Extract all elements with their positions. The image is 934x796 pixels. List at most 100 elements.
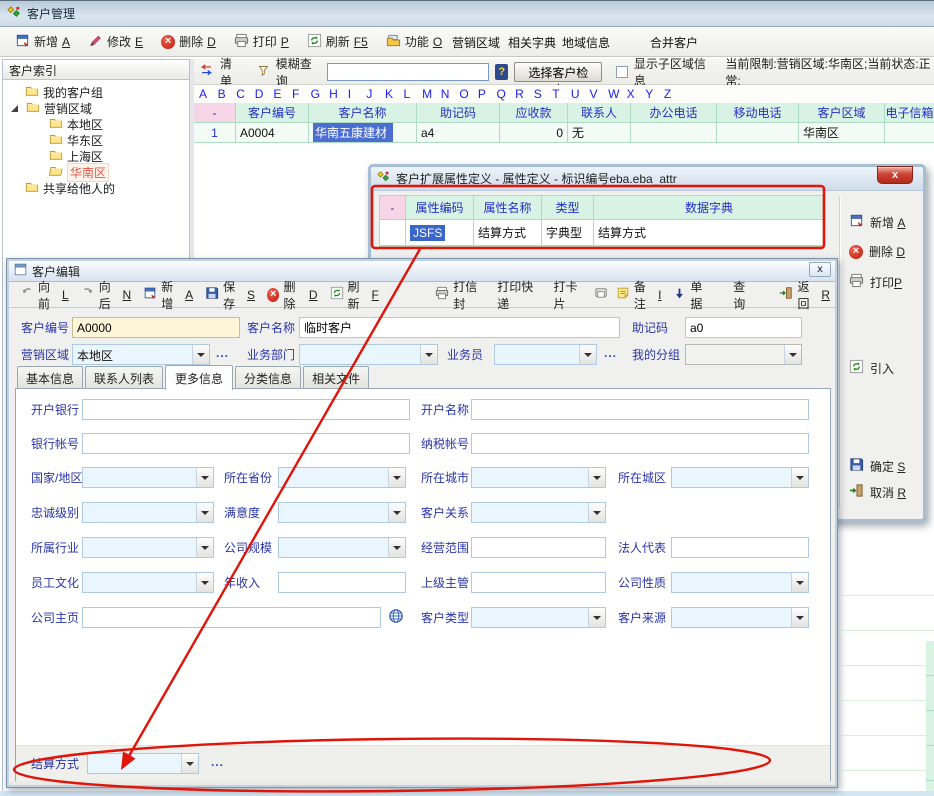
customer-no-field[interactable] [72,317,240,338]
function-button[interactable]: 功能O [379,30,449,54]
table-cell[interactable]: 结算方式 [594,220,824,246]
alphabet-letter[interactable]: X [627,87,646,101]
attr-delete-button[interactable]: × 删除 D [849,243,905,260]
table-cell[interactable]: a4 [417,123,500,143]
alphabet-letter[interactable]: S [534,87,553,101]
swap-arrows-icon[interactable] [199,63,214,80]
back-button[interactable]: 返回R [774,276,835,314]
table-cell[interactable]: A0004 [236,123,309,143]
alphabet-letter[interactable]: Y [645,87,664,101]
tree-item[interactable]: 华南区 [3,164,189,180]
save-button[interactable]: 保存S [200,276,260,314]
company-size-dropdown[interactable] [278,537,406,558]
homepage-field[interactable] [82,607,381,628]
attr-import-button[interactable]: 引入 [849,359,894,377]
mnemonic-field[interactable] [685,317,802,338]
alphabet-letter[interactable]: B [218,87,237,101]
new-button[interactable]: 新增A [8,30,77,54]
print-card-button[interactable]: 打卡片 [549,276,592,314]
alphabet-letter[interactable]: M [422,87,441,101]
company-nature-dropdown[interactable] [671,572,809,593]
chevron-down-icon[interactable] [588,503,605,522]
chevron-down-icon[interactable] [181,754,198,773]
menu-geo-info[interactable]: 地域信息 [562,34,610,51]
delete-button[interactable]: × 删除D [262,276,323,314]
my-group-dropdown[interactable] [685,344,802,365]
column-header[interactable]: 属性名称 [474,196,542,220]
business-dept-dropdown[interactable] [299,344,438,365]
list-label[interactable]: 清单 [220,55,243,89]
alphabet-letter[interactable]: A [199,87,218,101]
alphabet-letter[interactable]: W [608,87,627,101]
tree-item[interactable]: 共享给他人的 [3,180,189,196]
attr-new-button[interactable]: 新增 A [849,213,905,231]
tab[interactable]: 联系人列表 [85,366,163,389]
column-header[interactable]: 属性编码 [406,196,474,220]
country-dropdown[interactable] [82,467,214,488]
query-button[interactable]: 查询 [728,276,760,314]
next-button[interactable]: 向后N [76,276,137,314]
tab[interactable]: 基本信息 [17,366,83,389]
column-header[interactable]: - [194,103,236,123]
salesman-picker-button[interactable]: ... [604,346,617,364]
settlement-picker-button[interactable]: ... [211,755,224,773]
alphabet-letter[interactable]: U [571,87,590,101]
loyalty-dropdown[interactable] [82,502,214,523]
table-cell[interactable]: 结算方式 [474,220,542,246]
satisfaction-dropdown[interactable] [278,502,406,523]
menu-merge-customer[interactable]: 合并客户 [650,34,698,51]
refresh-button[interactable]: 刷新F5 [300,30,375,54]
column-header[interactable]: 类型 [542,196,594,220]
alphabet-letter[interactable]: K [385,87,404,101]
legal-rep-field[interactable] [671,537,809,558]
column-header[interactable]: 办公电话 [631,103,717,123]
menu-related-dict[interactable]: 相关字典 [508,34,556,51]
tax-account-field[interactable] [471,433,809,454]
table-cell[interactable] [885,123,934,143]
alphabet-letter[interactable]: Z [664,87,683,101]
close-icon[interactable]: x [809,262,831,277]
alphabet-letter[interactable]: T [552,87,571,101]
column-header[interactable]: - [380,196,406,220]
chevron-down-icon[interactable] [388,468,405,487]
settlement-method-dropdown[interactable] [87,753,199,774]
relationship-dropdown[interactable] [471,502,606,523]
attr-cancel-button[interactable]: 取消 R [849,483,906,501]
delete-button[interactable]: × 删除D [154,30,223,53]
table-cell[interactable]: 0 [500,123,568,143]
alphabet-letter[interactable]: J [366,87,385,101]
chevron-down-icon[interactable] [579,345,596,364]
attr-ok-button[interactable]: 确定 S [849,457,905,475]
customer-name-field[interactable] [299,317,620,338]
alphabet-letter[interactable]: L [404,87,423,101]
table-cell[interactable]: 无 [568,123,631,143]
province-dropdown[interactable] [278,467,406,488]
alphabet-letter[interactable]: V [589,87,608,101]
chevron-down-icon[interactable] [196,573,213,592]
alphabet-letter[interactable]: R [515,87,534,101]
district-dropdown[interactable] [671,467,809,488]
table-cell[interactable] [380,220,406,246]
alphabet-letter[interactable]: C [236,87,255,101]
alphabet-letter[interactable]: H [329,87,348,101]
table-cell[interactable]: 1 [194,123,236,143]
table-cell[interactable] [631,123,717,143]
print-button[interactable]: 打印P [227,30,296,54]
column-header[interactable]: 数据字典 [594,196,824,220]
customer-source-dropdown[interactable] [671,607,809,628]
bank-account-field[interactable] [82,433,410,454]
tab[interactable]: 分类信息 [235,366,301,389]
column-header[interactable]: 联系人 [568,103,631,123]
alphabet-letter[interactable]: O [459,87,478,101]
column-header[interactable]: 助记码 [417,103,500,123]
chevron-down-icon[interactable] [388,503,405,522]
alphabet-letter[interactable]: N [441,87,460,101]
note-button[interactable]: 备注I [611,276,667,314]
bank-field[interactable] [82,399,410,420]
superior-field[interactable] [471,572,606,593]
account-name-field[interactable] [471,399,809,420]
chevron-down-icon[interactable] [784,345,801,364]
column-header[interactable]: 客户编号 [236,103,309,123]
column-header[interactable]: 移动电话 [717,103,799,123]
table-cell[interactable]: 华南区 [799,123,885,143]
